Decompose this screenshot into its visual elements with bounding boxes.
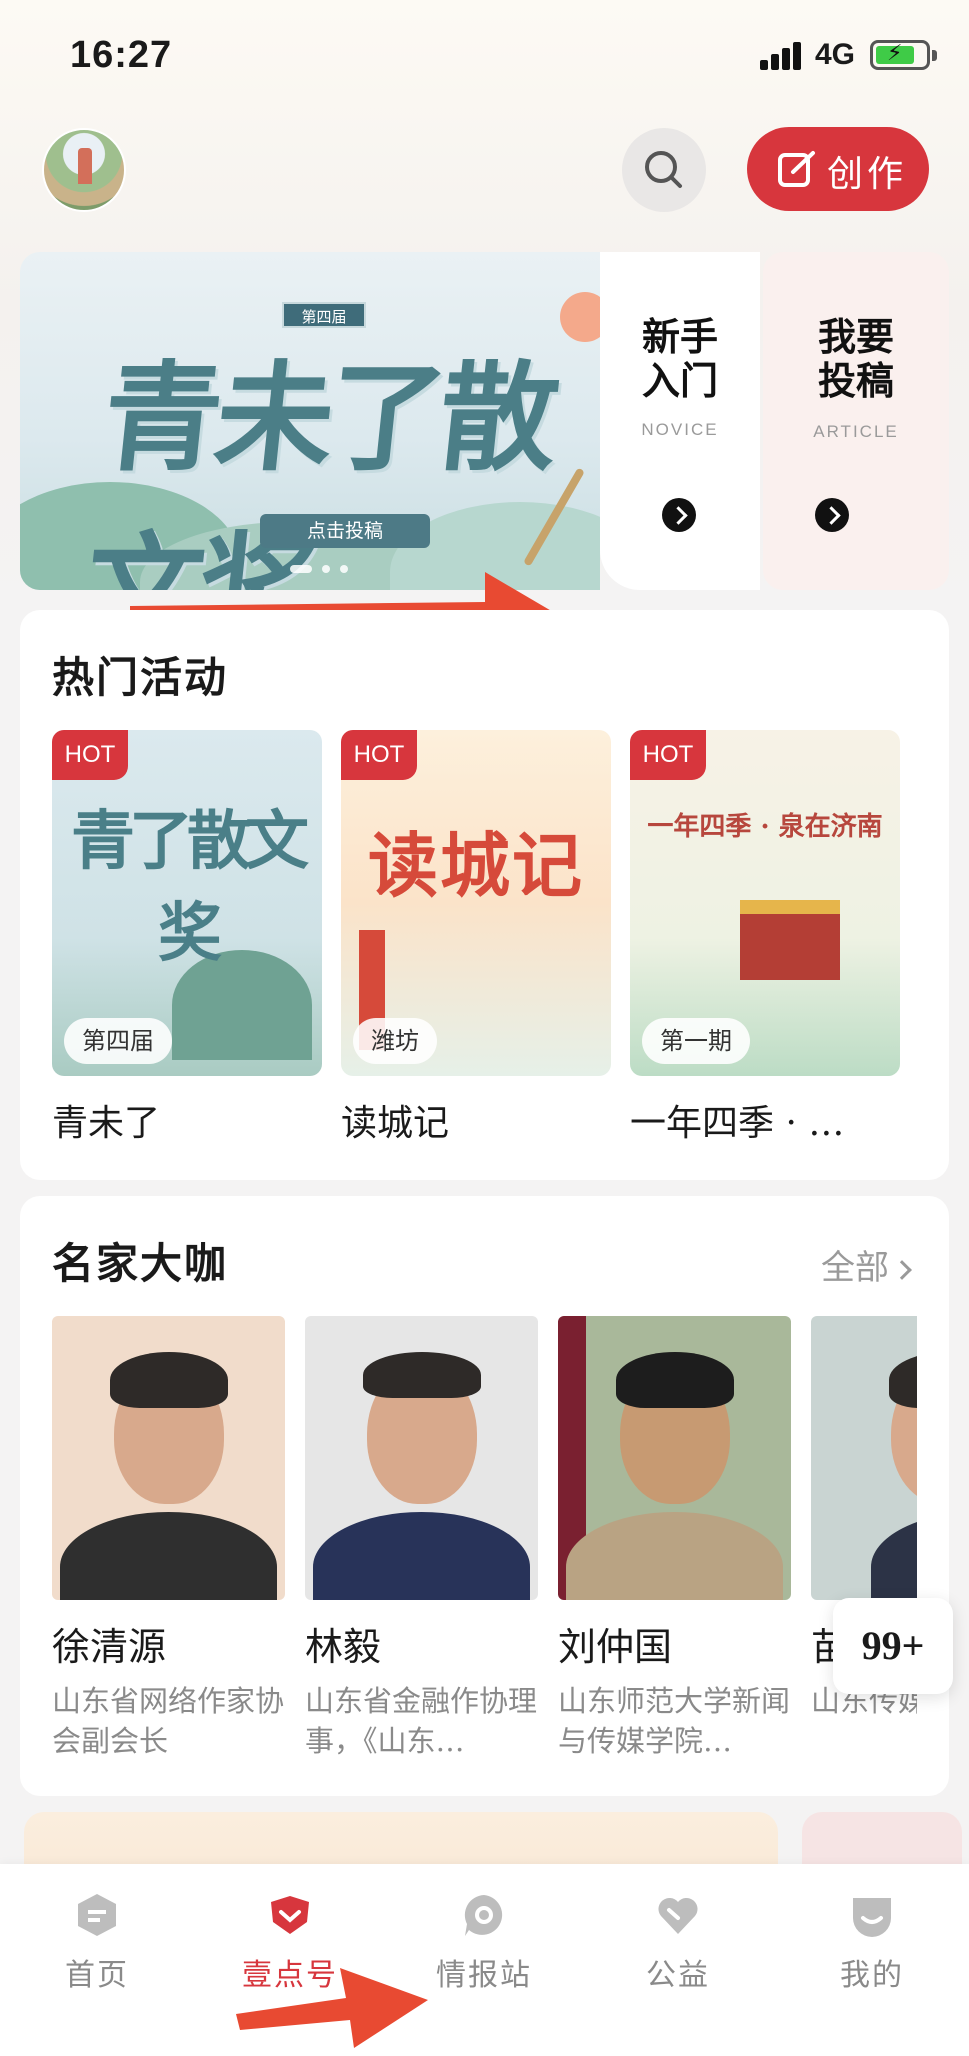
banner-title: 青未了散文奖: [78, 348, 560, 590]
activity-art-text: 读城记: [368, 824, 584, 907]
expert-card[interactable]: 苗 山东传媒院副教授: [811, 1316, 917, 1761]
expert-card[interactable]: 林毅 山东省金融作协理事，《山东…: [305, 1316, 538, 1761]
activity-tag: 潍坊: [353, 1018, 437, 1064]
expert-card-peek[interactable]: 苗 山东传媒院副教授: [811, 1316, 917, 1786]
expert-photo: [52, 1316, 285, 1600]
banner-cta: 点击投稿: [260, 514, 430, 548]
annotation-arrow: [236, 1968, 428, 2048]
expert-desc: 山东省网络作家协会副会长: [52, 1684, 285, 1758]
search-button[interactable]: [622, 128, 706, 212]
expert-name: 刘仲国: [558, 1625, 673, 1669]
intel-icon: [461, 1892, 507, 1938]
chevron-right-icon: [892, 1260, 912, 1280]
expert-name: 徐清源: [52, 1625, 167, 1669]
expert-photo: [811, 1316, 917, 1600]
expert-card[interactable]: 刘仲国 山东师范大学新闻与传媒学院…: [558, 1316, 791, 1761]
activity-tag: 第四届: [64, 1018, 172, 1064]
expert-photo: [305, 1316, 538, 1600]
tab-label: 公益: [646, 1958, 710, 1993]
arrow-right-icon: [662, 498, 696, 532]
heart-icon: [655, 1892, 701, 1938]
see-all-label: 全部: [821, 1248, 889, 1288]
article-entry[interactable]: 我要 投稿 ARTICLE: [763, 252, 949, 590]
edit-icon: [778, 151, 815, 187]
battery-icon: ⚡: [870, 40, 937, 70]
hot-badge: HOT: [52, 730, 128, 780]
section-title: 热门活动: [52, 653, 229, 702]
network-type: 4G: [815, 38, 856, 71]
hot-badge: HOT: [341, 730, 417, 780]
activity-card[interactable]: 读城记 HOT 潍坊 读城记: [341, 730, 611, 1146]
expert-photo: [558, 1316, 791, 1600]
activity-art-text: 一年四季 · 泉在济南: [647, 812, 883, 842]
activity-name: 一年四季 · …: [630, 1103, 845, 1144]
see-all-link[interactable]: 全部: [821, 1240, 912, 1289]
novice-title-1: 新手: [641, 315, 718, 359]
search-icon: [645, 151, 682, 188]
novice-entry[interactable]: 新手 入门 NOVICE: [600, 252, 760, 590]
activity-tag: 第一期: [642, 1018, 750, 1064]
home-icon: [74, 1892, 120, 1938]
activity-card[interactable]: 一年四季 · 泉在济南 HOT 第一期 一年四季 · …: [630, 730, 900, 1146]
tab-label: 首页: [65, 1958, 129, 1993]
activity-card[interactable]: 青了散文奖 HOT 第四届 青未了: [52, 730, 322, 1146]
profile-icon: [849, 1892, 895, 1938]
hot-badge: HOT: [630, 730, 706, 780]
expert-card[interactable]: 徐清源 山东省网络作家协会副会长: [52, 1316, 285, 1761]
article-title-2: 投稿: [817, 359, 894, 403]
tab-label: 我的: [840, 1958, 904, 1993]
novice-title-2: 入门: [641, 359, 718, 403]
article-subtitle: ARTICLE: [813, 422, 899, 441]
status-time: 16:27: [70, 34, 173, 76]
yidianhao-icon: [267, 1892, 313, 1938]
banner-carousel[interactable]: 第四届 青未了散文奖 点击投稿: [20, 252, 600, 590]
section-title: 名家大咖: [52, 1239, 229, 1288]
create-button[interactable]: 创作: [747, 127, 929, 211]
tab-charity[interactable]: 公益: [598, 1892, 758, 1994]
tab-home[interactable]: 首页: [17, 1892, 177, 1994]
signal-icon: [760, 40, 804, 70]
count-badge[interactable]: 99+: [833, 1598, 953, 1694]
article-title-1: 我要: [817, 315, 894, 359]
hot-activities-section: 热门活动 青了散文奖 HOT 第四届 青未了 读城记 HOT 潍坊 读城记 一年…: [20, 610, 949, 1180]
avatar[interactable]: [42, 128, 126, 212]
status-bar: 16:27 4G ⚡: [0, 0, 969, 110]
expert-name: 林毅: [305, 1625, 382, 1669]
expert-desc: 山东师范大学新闻与传媒学院…: [558, 1684, 791, 1758]
activity-art-text: 青了散文奖: [71, 804, 309, 971]
bottom-tab-bar: 首页 壹点号 情报站 公益 我的: [0, 1864, 969, 2056]
create-label: 创作: [827, 154, 908, 195]
experts-section: 名家大咖 全部 徐清源 山东省网络作家协会副会长 林毅 山东省金融作协理事，《山…: [20, 1196, 949, 1796]
expert-desc: 山东省金融作协理事，《山东…: [305, 1684, 538, 1758]
arrow-right-icon: [815, 498, 849, 532]
activity-name: 读城记: [341, 1103, 450, 1144]
tab-mine[interactable]: 我的: [792, 1892, 952, 1994]
novice-subtitle: NOVICE: [641, 420, 719, 439]
activity-name: 青未了: [52, 1103, 161, 1144]
